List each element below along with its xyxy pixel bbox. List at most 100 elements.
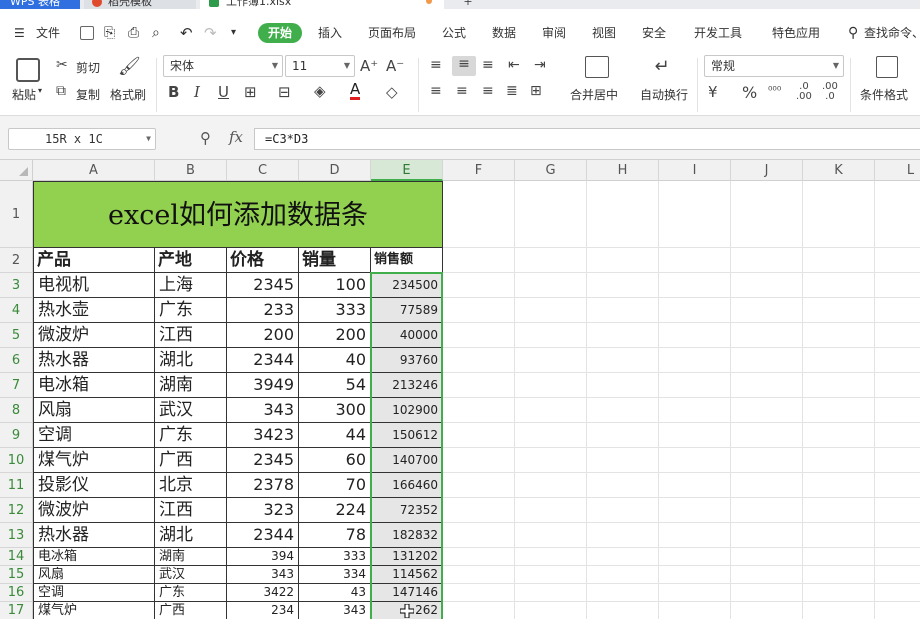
distribute-icon[interactable]: ⊞ — [530, 83, 542, 99]
bold-icon[interactable]: B — [168, 83, 179, 101]
row-header-15[interactable]: 15 — [0, 566, 33, 584]
increase-decimal-icon[interactable]: .0.00 — [796, 82, 812, 102]
price-cell[interactable]: 3422 — [227, 584, 299, 602]
header-cell[interactable]: 销售额 — [371, 248, 443, 273]
sales-cell[interactable]: 102900 — [371, 398, 443, 423]
copy-button[interactable]: 复制 — [76, 86, 100, 103]
paste-button[interactable]: 粘贴 — [12, 86, 36, 103]
row-header-6[interactable]: 6 — [0, 348, 33, 373]
italic-icon[interactable]: I — [194, 83, 200, 101]
column-header-c[interactable]: C — [227, 160, 299, 181]
paste-dropdown-icon[interactable]: ▾ — [38, 86, 42, 95]
menu-start[interactable]: 开始 — [258, 23, 303, 43]
increase-indent-icon[interactable]: ⇥ — [534, 57, 546, 73]
row-header-14[interactable]: 14 — [0, 548, 33, 566]
row-header-3[interactable]: 3 — [0, 273, 33, 298]
origin-cell[interactable]: 北京 — [155, 473, 227, 498]
origin-cell[interactable]: 湖北 — [155, 348, 227, 373]
borders-icon[interactable]: ⊞ — [244, 83, 257, 101]
format-painter-button[interactable]: 格式刷 — [110, 86, 146, 103]
origin-cell[interactable]: 广西 — [155, 448, 227, 473]
row-header-17[interactable]: 17 — [0, 602, 33, 619]
price-cell[interactable]: 394 — [227, 548, 299, 566]
origin-cell[interactable]: 广东 — [155, 423, 227, 448]
decrease-font-icon[interactable]: A⁻ — [386, 57, 404, 75]
origin-cell[interactable]: 广东 — [155, 584, 227, 602]
thousands-icon[interactable]: ⁰⁰⁰ — [768, 84, 781, 97]
quantity-cell[interactable]: 44 — [299, 423, 371, 448]
row-header-2[interactable]: 2 — [0, 248, 33, 273]
new-tab-button[interactable]: + — [460, 0, 476, 9]
price-cell[interactable]: 3949 — [227, 373, 299, 398]
sales-cell[interactable]: 234500 — [371, 273, 443, 298]
format-painter-icon[interactable]: 🖌 — [118, 56, 141, 80]
row-header-12[interactable]: 12 — [0, 498, 33, 523]
sales-cell[interactable]: 150612 — [371, 423, 443, 448]
quantity-cell[interactable]: 70 — [299, 473, 371, 498]
menu-formulas[interactable]: 公式 — [442, 24, 466, 42]
quantity-cell[interactable]: 100 — [299, 273, 371, 298]
wrap-text-icon[interactable]: ↵ — [650, 56, 674, 78]
origin-cell[interactable]: 武汉 — [155, 566, 227, 584]
menu-review[interactable]: 审阅 — [542, 24, 566, 42]
fx-icon[interactable]: fx — [229, 128, 243, 146]
merge-center-icon[interactable] — [585, 56, 609, 78]
wrap-text-button[interactable]: 自动换行 — [640, 86, 688, 103]
column-header-a[interactable]: A — [33, 160, 155, 181]
quantity-cell[interactable]: 343 — [299, 602, 371, 619]
product-cell[interactable]: 空调 — [33, 584, 155, 602]
scissors-icon[interactable]: ✂ — [56, 57, 68, 73]
origin-cell[interactable]: 武汉 — [155, 398, 227, 423]
price-cell[interactable]: 2344 — [227, 523, 299, 548]
print-icon[interactable]: ⎙ — [128, 24, 139, 42]
align-top-icon[interactable]: ≡ — [430, 57, 442, 73]
increase-font-icon[interactable]: A⁺ — [360, 57, 378, 75]
copy-icon[interactable]: ⧉ — [56, 83, 66, 99]
price-cell[interactable]: 2345 — [227, 448, 299, 473]
price-cell[interactable]: 200 — [227, 323, 299, 348]
font-size-select[interactable]: 11 ▼ — [285, 55, 355, 77]
tab-workbook[interactable]: 工作簿1.xlsx — [200, 0, 444, 9]
sales-cell[interactable]: 147146 — [371, 584, 443, 602]
origin-cell[interactable]: 江西 — [155, 498, 227, 523]
product-cell[interactable]: 煤气炉 — [33, 602, 155, 619]
clear-format-icon[interactable]: ◇ — [386, 83, 398, 101]
font-color-icon[interactable]: A — [350, 82, 361, 100]
origin-cell[interactable]: 湖北 — [155, 523, 227, 548]
cell-style-icon[interactable]: ⊟ — [278, 83, 291, 101]
column-header-d[interactable]: D — [299, 160, 371, 181]
sales-cell[interactable]: 213246 — [371, 373, 443, 398]
header-cell[interactable]: 产地 — [155, 248, 227, 273]
fill-color-icon[interactable]: ◈ — [314, 82, 326, 100]
sales-cell[interactable]: 114562 — [371, 566, 443, 584]
cut-button[interactable]: 剪切 — [76, 59, 100, 76]
percent-icon[interactable]: % — [742, 83, 757, 102]
column-header-h[interactable]: H — [587, 160, 659, 181]
column-header-j[interactable]: J — [731, 160, 803, 181]
origin-cell[interactable]: 广东 — [155, 298, 227, 323]
column-header-l[interactable]: L — [875, 160, 920, 181]
menu-insert[interactable]: 插入 — [318, 24, 342, 42]
quantity-cell[interactable]: 54 — [299, 373, 371, 398]
product-cell[interactable]: 空调 — [33, 423, 155, 448]
product-cell[interactable]: 电冰箱 — [33, 548, 155, 566]
row-header-16[interactable]: 16 — [0, 584, 33, 602]
sales-cell[interactable]: 131202 — [371, 548, 443, 566]
price-cell[interactable]: 2345 — [227, 273, 299, 298]
decrease-indent-icon[interactable]: ⇤ — [508, 57, 520, 73]
menu-security[interactable]: 安全 — [642, 24, 666, 42]
column-header-e[interactable]: E — [371, 160, 443, 181]
quantity-cell[interactable]: 224 — [299, 498, 371, 523]
column-header-i[interactable]: I — [659, 160, 731, 181]
quantity-cell[interactable]: 200 — [299, 323, 371, 348]
price-cell[interactable]: 323 — [227, 498, 299, 523]
sales-cell[interactable]: 166460 — [371, 473, 443, 498]
quantity-cell[interactable]: 334 — [299, 566, 371, 584]
origin-cell[interactable]: 湖南 — [155, 373, 227, 398]
row-header-10[interactable]: 10 — [0, 448, 33, 473]
header-cell[interactable]: 产品 — [33, 248, 155, 273]
row-header-11[interactable]: 11 — [0, 473, 33, 498]
product-cell[interactable]: 风扇 — [33, 398, 155, 423]
product-cell[interactable]: 微波炉 — [33, 323, 155, 348]
conditional-format-icon[interactable] — [876, 56, 898, 78]
